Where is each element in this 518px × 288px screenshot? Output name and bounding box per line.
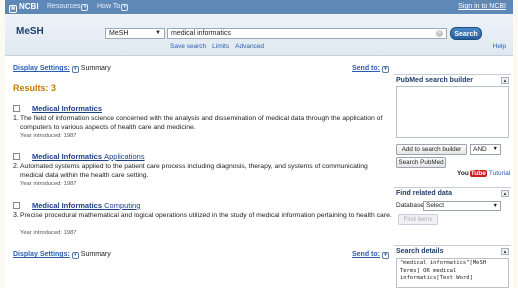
collapse-icon[interactable]: ▲ <box>501 77 509 84</box>
result-number: 1. <box>13 115 19 122</box>
send-to-bottom[interactable]: Send to: ▾ <box>352 251 391 259</box>
result-checkbox[interactable] <box>13 153 20 160</box>
resources-label: Resources <box>47 3 81 10</box>
search-sublinks: Save search Limits Advanced <box>170 43 270 50</box>
result-number: 3. <box>13 212 19 219</box>
related-database-select[interactable]: Select ▼ <box>423 201 501 211</box>
youtube-tutorial-link[interactable]: You Tube Tutorial <box>457 170 510 177</box>
add-to-builder-button[interactable]: Add to search builder <box>396 144 467 155</box>
related-panel-title: Find related data <box>396 190 453 197</box>
ncbi-logo-icon: ≋ <box>9 5 17 13</box>
result-title: Medical Informatics <box>32 201 103 210</box>
youtube-logo-tube: Tube <box>469 170 487 177</box>
display-settings-top[interactable]: Display Settings: ▾ Summary <box>13 65 111 73</box>
chevron-down-icon: ▾ <box>71 252 79 259</box>
results-count: Results: 3 <box>13 83 57 93</box>
result-description: The field of information science concern… <box>20 115 383 131</box>
send-to-top[interactable]: Send to: ▾ <box>352 65 391 73</box>
details-panel-title: Search details <box>396 248 444 255</box>
result-title-link[interactable]: Medical Informatics Applications <box>32 152 145 161</box>
search-input-value: medical informatics <box>171 30 231 37</box>
result-year: Year introduced: 1987 <box>20 230 77 236</box>
collapse-icon[interactable]: ▲ <box>501 190 509 197</box>
collapse-icon[interactable]: ▲ <box>501 248 509 255</box>
chevron-down-icon: ▾ <box>382 252 389 259</box>
chevron-down-icon: ▼ <box>155 30 161 36</box>
search-pubmed-button[interactable]: Search PubMed <box>396 157 446 168</box>
database-select-value: MeSH <box>109 30 129 37</box>
result-description: Precise procedural mathematical and logi… <box>20 212 392 219</box>
display-format: Summary <box>80 251 111 258</box>
result-number: 2. <box>13 163 19 170</box>
chevron-down-icon: ▾ <box>81 4 89 11</box>
chevron-down-icon: ▼ <box>492 146 498 152</box>
ncbi-logo[interactable]: ≋ NCBI <box>9 2 39 13</box>
send-to-label: Send to: <box>352 251 380 258</box>
display-format: Summary <box>80 65 111 72</box>
search-input[interactable]: medical informatics ✕ <box>167 28 447 39</box>
page-frame: ≋ NCBI Resources ▾ How To ▾ Sign in to NCBI… <box>5 0 513 288</box>
result-year: Year introduced: 1987 <box>20 133 77 139</box>
result-description: Automated systems applied to the patient… <box>20 163 368 179</box>
operator-select-value: AND <box>473 146 487 153</box>
related-database-value: Select <box>426 202 445 209</box>
youtube-logo-you: You <box>457 170 469 177</box>
database-title: MeSH <box>16 26 44 37</box>
howto-menu[interactable]: How To ▾ <box>97 3 129 11</box>
result-subheading: Applications <box>104 152 145 161</box>
save-search-link[interactable]: Save search <box>170 43 206 50</box>
result-title-link[interactable]: Medical Informatics Computing <box>32 201 140 210</box>
advanced-link[interactable]: Advanced <box>235 43 264 50</box>
resources-menu[interactable]: Resources ▾ <box>47 3 89 11</box>
search-bar: MeSH MeSH ▼ medical informatics ✕ Search S… <box>5 14 513 56</box>
chevron-down-icon: ▼ <box>492 203 498 209</box>
result-checkbox[interactable] <box>13 202 20 209</box>
chevron-down-icon: ▾ <box>382 66 389 73</box>
result-year: Year introduced: 1987 <box>20 181 77 187</box>
search-button[interactable]: Search <box>450 27 482 40</box>
search-details-box[interactable]: "medical informatics"[MeSH Terms] OR med… <box>396 258 509 288</box>
display-settings-label: Display Settings: <box>13 251 70 258</box>
howto-label: How To <box>97 3 121 10</box>
result-title-link[interactable]: Medical Informatics <box>32 104 102 113</box>
database-label: Database: <box>396 202 426 209</box>
result-title: Medical Informatics <box>32 104 103 113</box>
database-select[interactable]: MeSH ▼ <box>105 28 165 39</box>
details-panel-header: Search details ▲ <box>394 245 511 255</box>
result-subheading: Computing <box>104 201 141 210</box>
send-to-label: Send to: <box>352 65 380 72</box>
result-title: Medical Informatics <box>32 152 103 161</box>
chevron-down-icon: ▾ <box>71 66 79 73</box>
result-checkbox[interactable] <box>13 105 20 112</box>
related-panel-header: Find related data ▲ <box>394 187 511 197</box>
operator-select[interactable]: AND ▼ <box>470 144 501 155</box>
display-settings-bottom[interactable]: Display Settings: ▾ Summary <box>13 251 111 259</box>
display-settings-label: Display Settings: <box>13 65 70 72</box>
builder-panel-header: PubMed search builder ▲ <box>394 74 511 84</box>
limits-link[interactable]: Limits <box>212 43 229 50</box>
signin-link[interactable]: Sign in to NCBI <box>458 3 506 10</box>
search-builder-textarea[interactable] <box>396 86 509 138</box>
clear-icon[interactable]: ✕ <box>436 30 443 37</box>
ncbi-topbar: ≋ NCBI Resources ▾ How To ▾ Sign in to NCBI <box>5 0 513 14</box>
help-link[interactable]: Help <box>493 43 506 50</box>
chevron-down-icon: ▾ <box>121 4 129 11</box>
tutorial-label: Tutorial <box>488 170 511 177</box>
find-items-button[interactable]: Find items <box>398 214 438 225</box>
builder-panel-title: PubMed search builder <box>396 77 474 84</box>
ncbi-logo-text: NCBI <box>19 2 39 11</box>
